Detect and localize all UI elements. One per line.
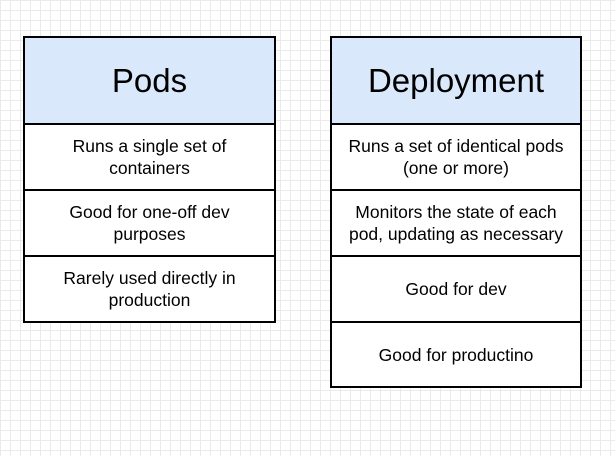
pods-row-text: Good for one-off dev purposes — [69, 202, 230, 244]
deployment-row: Runs a set of identical pods (one or mor… — [332, 125, 580, 191]
deployment-table: Deployment Runs a set of identical pods … — [330, 36, 582, 388]
deployment-row: Monitors the state of each pod, updating… — [332, 191, 580, 257]
pods-row-text: Rarely used directly in production — [63, 268, 236, 310]
deployment-row-text: Good for productino — [378, 344, 534, 365]
pods-header: Pods — [25, 38, 274, 125]
pods-row-text: Runs a single set of containers — [72, 136, 227, 178]
deployment-row: Good for productino — [332, 323, 580, 386]
pods-row: Rarely used directly in production — [25, 257, 274, 321]
pods-row: Good for one-off dev purposes — [25, 191, 274, 257]
deployment-row-text: Monitors the state of each pod, updating… — [348, 202, 564, 244]
deployment-header: Deployment — [332, 38, 580, 125]
deployment-row-text: Good for dev — [405, 279, 507, 299]
deployment-row: Good for dev — [332, 257, 580, 323]
pods-row: Runs a single set of containers — [25, 125, 274, 191]
deployment-row-text: Runs a set of identical pods (one or mor… — [348, 136, 564, 178]
pods-table: Pods Runs a single set of containers Goo… — [23, 36, 276, 323]
